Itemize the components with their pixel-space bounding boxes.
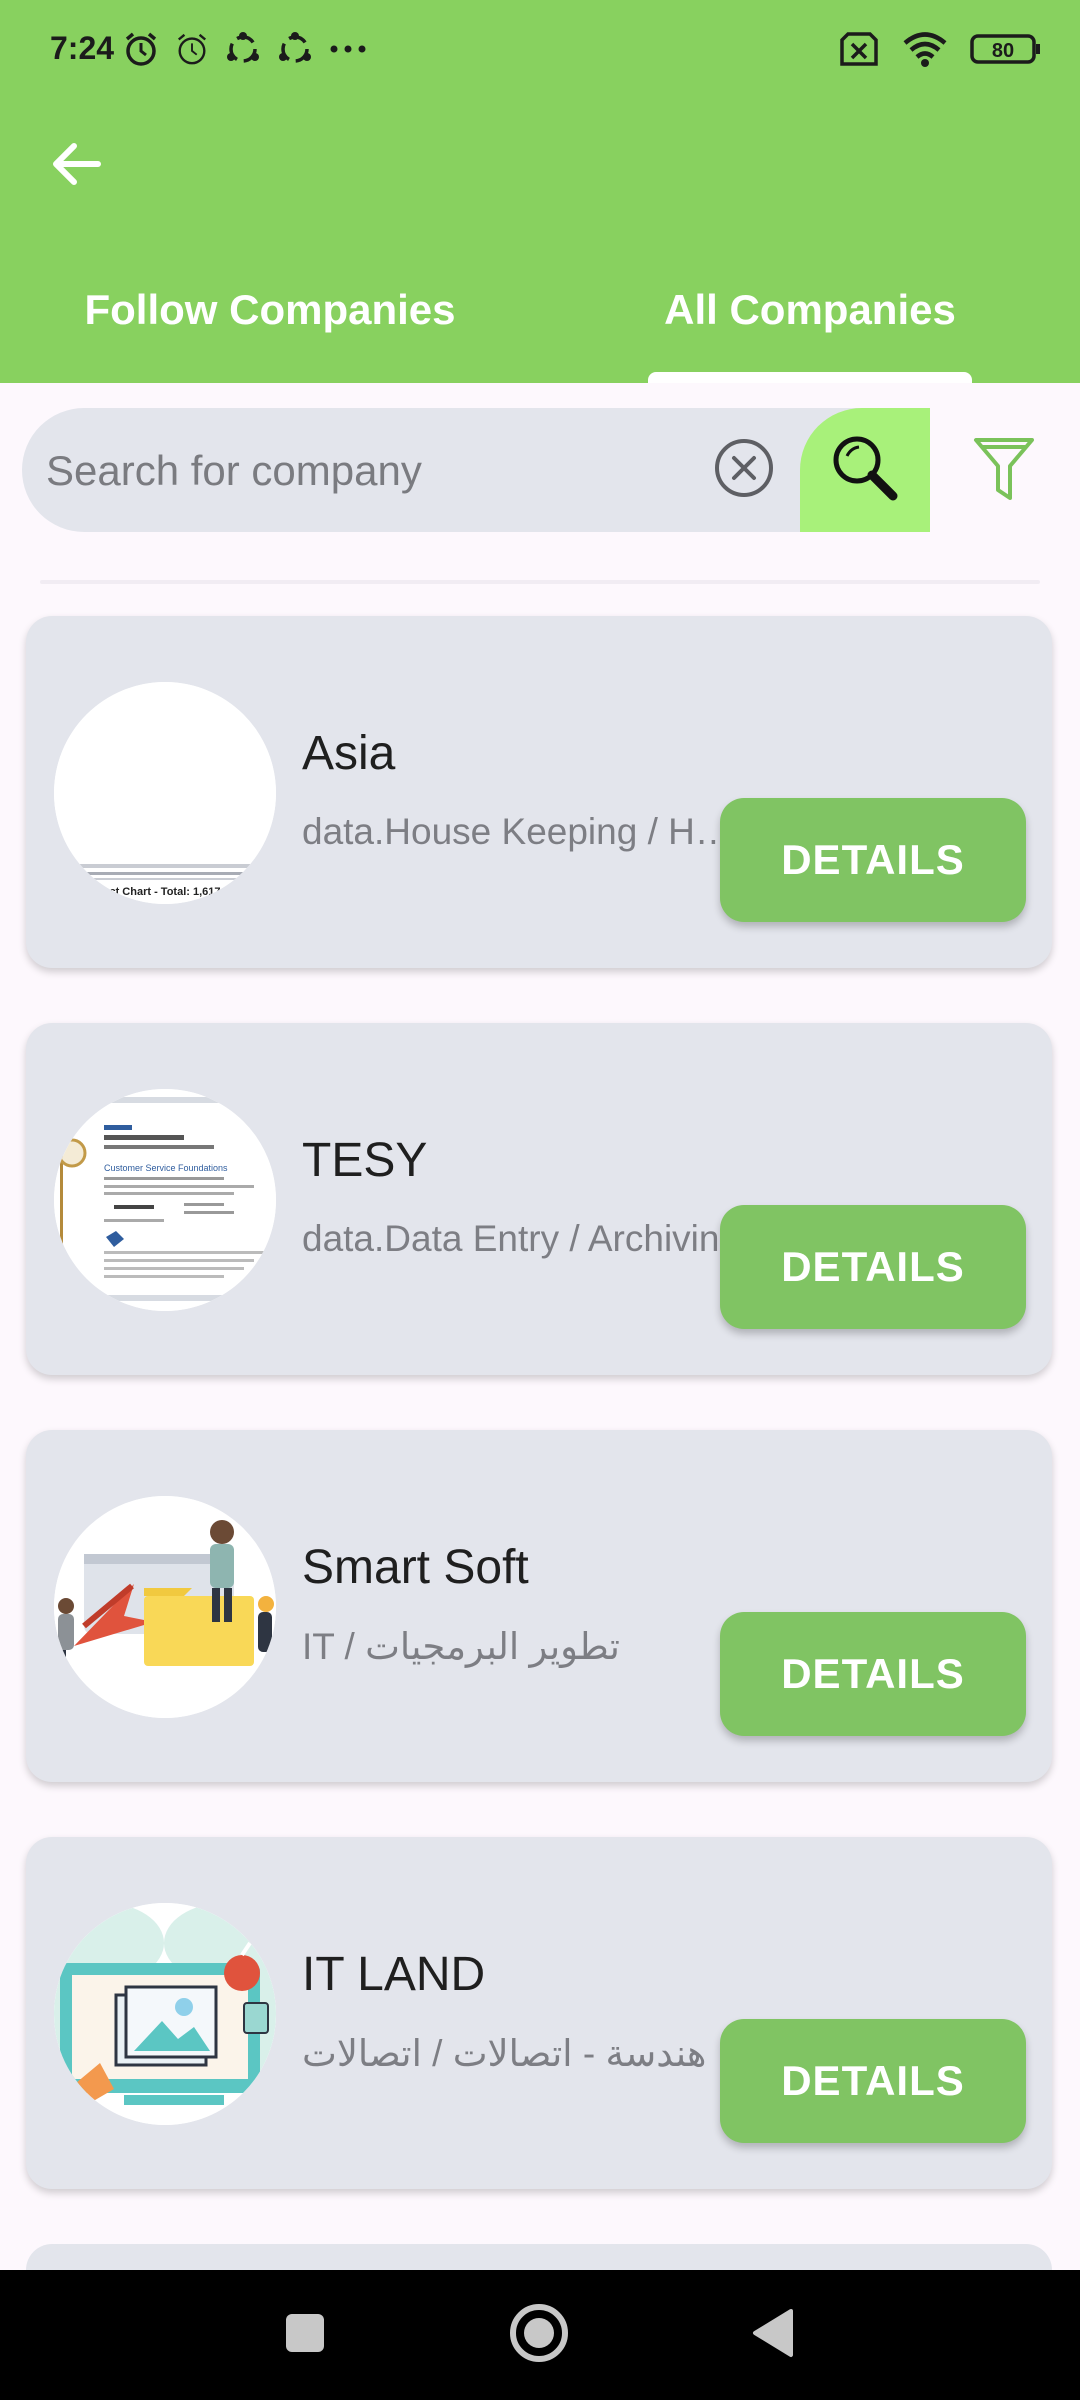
company-name: IT LAND: [302, 1948, 486, 2001]
recents-square-icon: [284, 2312, 326, 2359]
company-name: TESY: [302, 1134, 428, 1187]
more-icon: [328, 30, 368, 73]
logo-caption: ct Chart - Total: 1,617: [109, 886, 220, 898]
back-triangle-icon: [751, 2307, 795, 2364]
home-button[interactable]: [506, 2302, 572, 2368]
magnifier-icon: [827, 430, 903, 511]
details-button[interactable]: DETAILS: [720, 798, 1026, 922]
tab-follow-companies[interactable]: Follow Companies: [50, 270, 490, 350]
company-name: Smart Soft: [302, 1541, 529, 1594]
logo-caption: Customer Service Foundations: [104, 1163, 228, 1173]
company-category: data.House Keeping / House Keeping: [302, 811, 742, 852]
home-circle-icon: [508, 2302, 570, 2369]
status-time: 7:24: [50, 30, 115, 66]
tab-all-companies[interactable]: All Companies: [630, 270, 990, 350]
filter-button[interactable]: [964, 430, 1044, 510]
company-card: IT LAND هندسة - اتصالات / اتصالات DETAIL…: [26, 1837, 1052, 2189]
back-button[interactable]: [40, 130, 112, 202]
company-name: Asia: [302, 727, 396, 780]
alarm-icon: [174, 31, 210, 72]
details-button[interactable]: DETAILS: [720, 2019, 1026, 2143]
company-card: Customer Service Foundations TESY data.D…: [26, 1023, 1052, 1375]
company-category: هندسة - اتصالات / اتصالات: [302, 2033, 707, 2074]
system-back-button[interactable]: [740, 2302, 806, 2368]
clear-search-button[interactable]: [712, 438, 776, 502]
tab-label: Follow Companies: [84, 286, 456, 333]
search-button[interactable]: [800, 408, 930, 532]
company-logo[interactable]: [54, 1903, 276, 2125]
status-right-icons: 80: [838, 30, 1042, 73]
battery-icon: 80: [970, 30, 1042, 73]
search-input[interactable]: [44, 408, 698, 534]
company-card: Smart Soft IT / تطوير البرمجيات DETAILS: [26, 1430, 1052, 1782]
list-divider: [40, 580, 1040, 584]
selected-tab-indicator: [648, 372, 972, 383]
app-header: 7:24 80 Follow Companies All Companies: [0, 0, 1080, 383]
status-left-icons: [122, 30, 368, 73]
alarm-icon: [122, 30, 160, 73]
wifi-icon: [902, 30, 948, 73]
details-button[interactable]: DETAILS: [720, 1612, 1026, 1736]
status-bar: 7:24 80: [0, 0, 1080, 100]
company-category: IT / تطوير البرمجيات: [302, 1626, 620, 1667]
company-card: ct Chart - Total: 1,617 Asia data.House …: [26, 616, 1052, 968]
sync-icon: [224, 30, 262, 73]
battery-level: 80: [992, 40, 1014, 62]
system-nav-bar: [0, 2270, 1080, 2400]
recents-button[interactable]: [272, 2302, 338, 2368]
company-logo[interactable]: Customer Service Foundations: [54, 1089, 276, 1311]
arrow-left-icon: [50, 140, 102, 193]
sync-icon: [276, 30, 314, 73]
details-button[interactable]: DETAILS: [720, 1205, 1026, 1329]
company-logo[interactable]: [54, 1496, 276, 1718]
company-category: data.Data Entry / Archiving: [302, 1218, 741, 1259]
filter-icon: [972, 434, 1036, 507]
clear-circle-icon: [713, 437, 775, 504]
search-bar: [22, 408, 930, 534]
company-logo[interactable]: ct Chart - Total: 1,617: [54, 682, 276, 904]
no-sim-icon: [838, 30, 880, 73]
tab-label: All Companies: [664, 286, 956, 333]
